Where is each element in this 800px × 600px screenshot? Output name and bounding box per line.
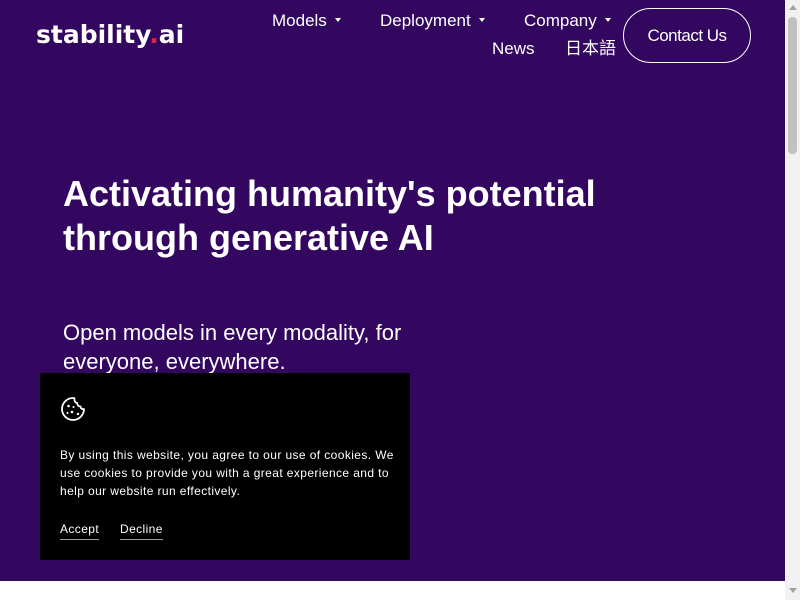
logo-suffix: ai: [158, 20, 185, 49]
cookie-icon: [61, 397, 85, 421]
hero-headline: Activating humanity's potential through …: [63, 173, 596, 258]
scroll-up-arrow-icon[interactable]: [789, 5, 797, 10]
chevron-down-icon: [604, 17, 611, 22]
nav-item-label: Models: [272, 11, 327, 30]
nav-item-deployment[interactable]: Deployment: [380, 11, 485, 31]
page: stability.ai Models Deployment Company N…: [0, 0, 800, 600]
nav-item-label: Company: [524, 11, 597, 30]
cookie-consent-text: By using this website, you agree to our …: [60, 448, 394, 498]
hero-subheadline: Open models in every modality, for every…: [63, 320, 402, 374]
logo-dot: .: [149, 20, 159, 49]
nav-item-label: Deployment: [380, 11, 471, 30]
contact-us-button[interactable]: Contact Us: [623, 8, 751, 63]
nav-item-company[interactable]: Company: [524, 11, 611, 31]
scroll-down-arrow-icon[interactable]: [789, 588, 797, 593]
chevron-down-icon: [334, 17, 341, 22]
nav-item-news[interactable]: News: [492, 39, 535, 59]
cookie-banner: By using this website, you agree to our …: [40, 373, 410, 560]
decline-cookies-button[interactable]: Decline: [120, 522, 163, 540]
nav-item-models[interactable]: Models: [272, 11, 341, 31]
nav-item-label: 日本語: [565, 39, 616, 58]
logo-text: stability: [36, 20, 150, 49]
chevron-down-icon: [478, 17, 485, 22]
scrollbar-thumb[interactable]: [788, 17, 797, 154]
nav-item-label: News: [492, 39, 535, 58]
nav-item-japanese[interactable]: 日本語: [565, 39, 616, 59]
vertical-scrollbar[interactable]: [785, 0, 800, 600]
stability-ai-logo[interactable]: stability.ai: [36, 20, 184, 50]
accept-cookies-button[interactable]: Accept: [60, 522, 100, 540]
